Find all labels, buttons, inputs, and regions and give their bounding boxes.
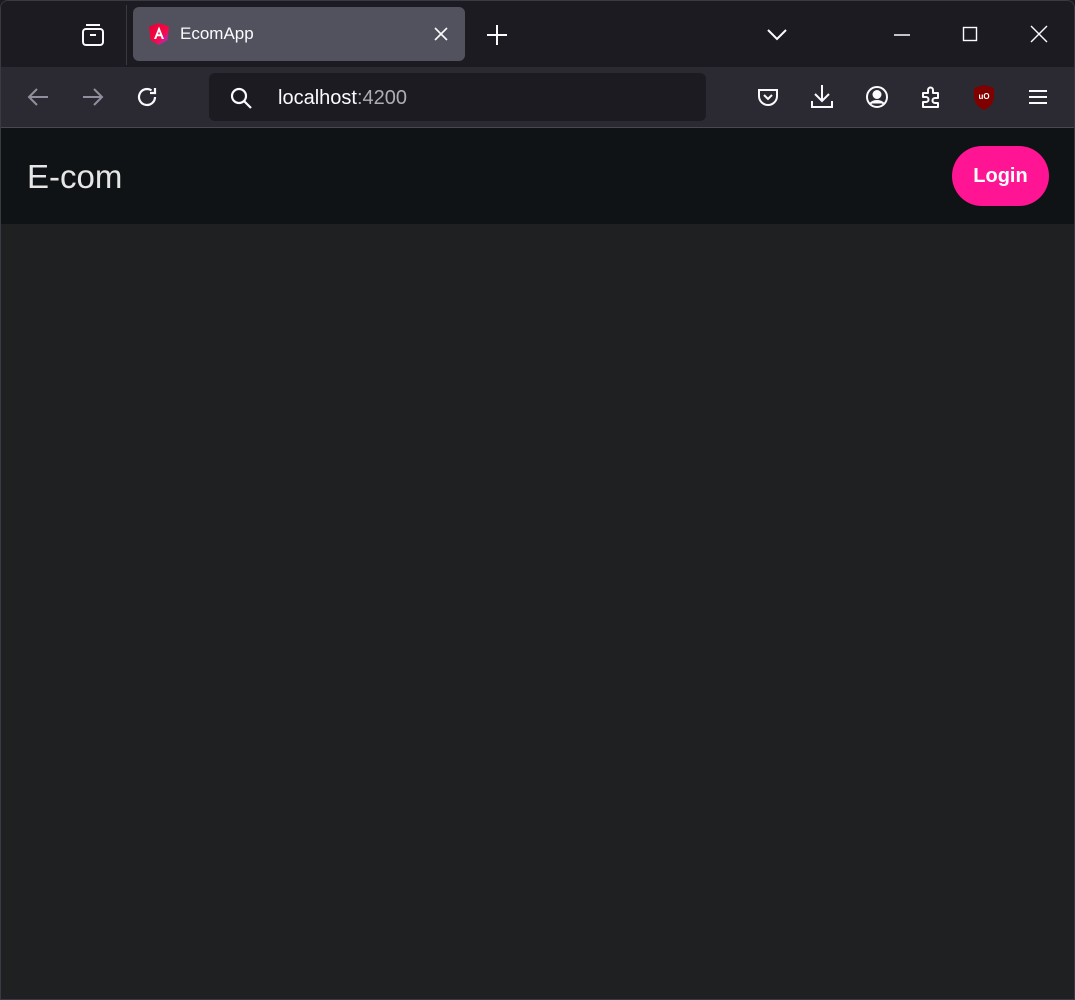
- chevron-down-icon[interactable]: [765, 23, 789, 45]
- login-button[interactable]: Login: [952, 146, 1049, 206]
- back-arrow-icon[interactable]: [25, 84, 51, 110]
- navigation-toolbar: localhost:4200 uO: [1, 67, 1074, 128]
- close-icon[interactable]: [1028, 23, 1050, 45]
- page-content: E-com Login: [1, 128, 1074, 999]
- url-port: :4200: [356, 87, 407, 109]
- url-bar[interactable]: localhost:4200: [209, 73, 706, 121]
- forward-arrow-icon[interactable]: [80, 84, 106, 110]
- ublock-origin-icon[interactable]: uO: [971, 83, 997, 111]
- brand-title[interactable]: E-com: [27, 158, 122, 196]
- browser-window: EcomApp localhost:4200 uO E-com Login: [0, 0, 1075, 1000]
- maximize-icon[interactable]: [959, 23, 981, 45]
- main-content-area: [1, 224, 1074, 999]
- tab-title: EcomApp: [180, 24, 254, 43]
- close-tab-icon[interactable]: [431, 24, 451, 44]
- download-icon[interactable]: [809, 83, 835, 109]
- minimize-icon[interactable]: [891, 23, 913, 45]
- url-host: localhost: [278, 87, 357, 109]
- search-icon: [228, 85, 254, 111]
- tab-strip: EcomApp: [1, 1, 1074, 67]
- account-icon[interactable]: [864, 84, 890, 110]
- plus-icon[interactable]: [485, 23, 509, 47]
- svg-text:uO: uO: [978, 92, 989, 101]
- tab-overview-icon[interactable]: [79, 21, 107, 49]
- url-text[interactable]: localhost:4200: [278, 87, 407, 109]
- reload-icon[interactable]: [134, 84, 160, 110]
- tab-strip-divider: [126, 5, 127, 65]
- angular-logo-icon: [147, 22, 171, 46]
- pocket-icon[interactable]: [755, 84, 781, 110]
- active-tab[interactable]: EcomApp: [133, 7, 465, 61]
- app-header: E-com Login: [1, 128, 1074, 224]
- puzzle-icon[interactable]: [918, 84, 944, 110]
- hamburger-menu-icon[interactable]: [1025, 84, 1051, 110]
